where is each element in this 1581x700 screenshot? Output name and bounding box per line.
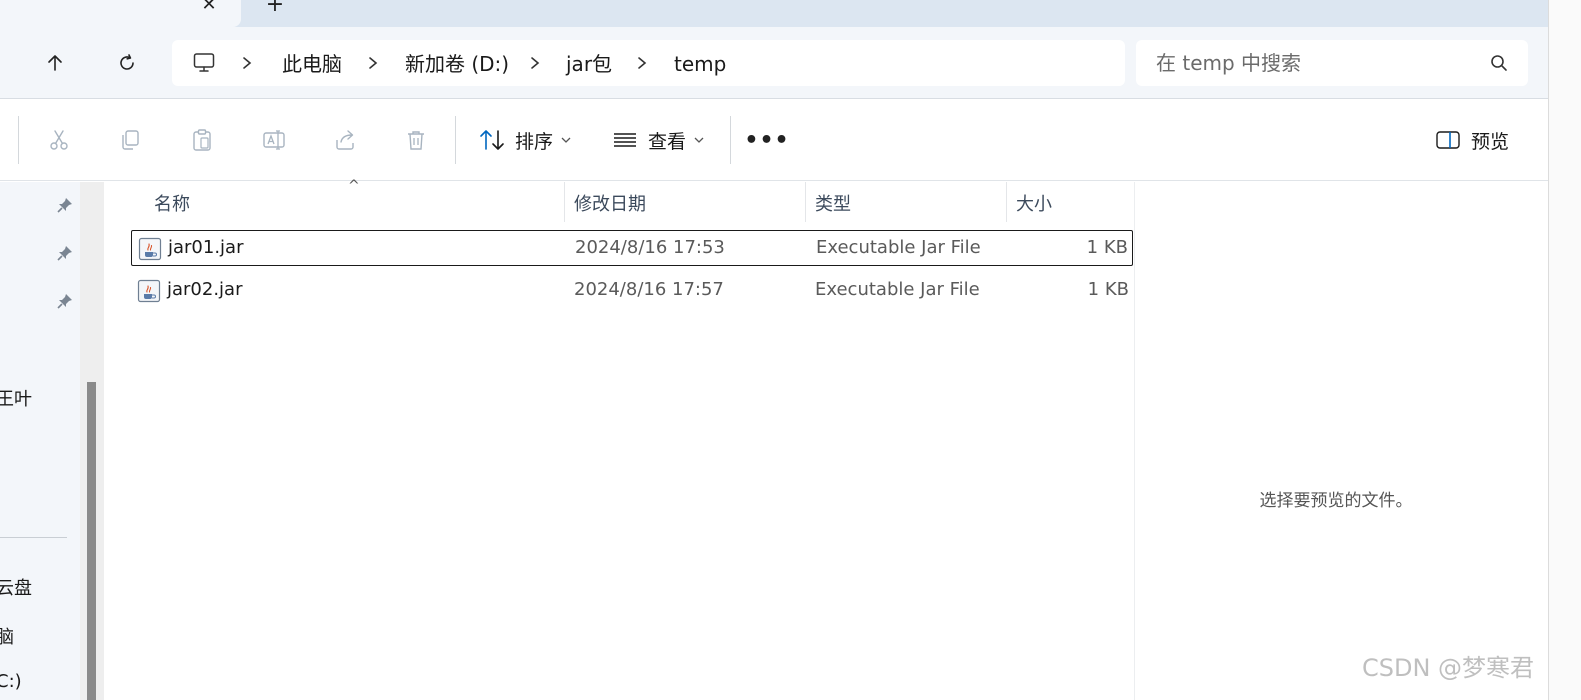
address-bar[interactable]: 此电脑 新加卷 (D:) jar包 temp xyxy=(172,40,1125,86)
rename-button[interactable] xyxy=(258,124,290,156)
column-header-name[interactable]: 名称 xyxy=(154,190,190,216)
refresh-button[interactable] xyxy=(109,47,145,79)
tab-strip: ✕ + xyxy=(0,0,1581,27)
view-button[interactable]: 查看 xyxy=(612,123,704,157)
column-divider[interactable] xyxy=(805,182,806,222)
sort-button[interactable]: 排序 xyxy=(479,123,571,157)
search-input[interactable] xyxy=(1156,51,1476,75)
breadcrumb-jar-folder[interactable]: jar包 xyxy=(566,52,612,76)
column-header-date[interactable]: 修改日期 xyxy=(574,190,646,216)
file-type: Executable Jar File xyxy=(815,279,980,300)
this-pc-icon[interactable] xyxy=(192,51,216,79)
delete-button[interactable] xyxy=(400,124,432,156)
list-view-icon xyxy=(614,133,636,147)
more-options-button[interactable]: ••• xyxy=(744,124,788,156)
nav-item-label[interactable]: 王叶 xyxy=(0,385,32,411)
file-date: 2024/8/16 17:57 xyxy=(574,279,724,300)
toolbar-divider xyxy=(455,116,456,164)
file-name: jar02.jar xyxy=(167,279,243,300)
clipboard-icon xyxy=(193,129,211,151)
view-label: 查看 xyxy=(648,130,687,153)
preview-pane: 选择要预览的文件。 xyxy=(1134,182,1548,700)
column-header-type[interactable]: 类型 xyxy=(815,190,851,216)
breadcrumb-this-pc[interactable]: 此电脑 xyxy=(282,52,342,76)
column-divider[interactable] xyxy=(1006,182,1007,222)
search-box[interactable] xyxy=(1136,40,1528,86)
window-edge xyxy=(1548,0,1581,700)
toolbar-divider xyxy=(18,116,19,164)
scissors-icon xyxy=(50,130,68,150)
chevron-right-icon[interactable] xyxy=(635,53,649,73)
pin-icon[interactable] xyxy=(56,292,74,310)
pin-icon[interactable] xyxy=(56,196,74,214)
tab-temp[interactable]: ✕ xyxy=(0,0,241,27)
share-icon xyxy=(336,130,354,150)
nav-item-label[interactable]: C:) xyxy=(0,671,22,692)
breadcrumb-temp[interactable]: temp xyxy=(674,52,726,76)
navigation-pane: 王叶 云盘 脑 C:) xyxy=(0,182,80,700)
trash-icon xyxy=(408,131,424,150)
navigation-bar: 此电脑 新加卷 (D:) jar包 temp xyxy=(0,27,1548,99)
search-icon[interactable] xyxy=(1490,54,1508,76)
file-row[interactable]: jar01.jar 2024/8/16 17:53 Executable Jar… xyxy=(131,230,1133,266)
file-list: ^ 名称 修改日期 类型 大小 jar01.jar 2024/8/16 17:5… xyxy=(105,178,1133,700)
nav-separator xyxy=(0,537,67,538)
nav-item-label[interactable]: 脑 xyxy=(0,623,14,649)
preview-label: 预览 xyxy=(1471,130,1510,153)
watermark: CSDN @梦寒君 xyxy=(1362,654,1535,682)
refresh-icon xyxy=(120,54,134,70)
preview-pane-button[interactable]: 预览 xyxy=(1435,123,1509,157)
file-name: jar01.jar xyxy=(168,237,244,258)
chevron-down-icon xyxy=(694,136,704,144)
sort-ascending-icon: ^ xyxy=(348,178,360,194)
jar-file-icon xyxy=(137,279,161,303)
file-date: 2024/8/16 17:53 xyxy=(575,237,725,258)
jar-file-icon xyxy=(138,237,162,261)
copy-icon xyxy=(122,130,139,150)
chevron-right-icon[interactable] xyxy=(240,53,254,73)
new-tab-button[interactable]: + xyxy=(264,0,286,16)
preview-pane-icon xyxy=(1436,131,1460,149)
chevron-down-icon xyxy=(561,136,571,144)
share-button[interactable] xyxy=(329,124,361,156)
preview-message: 选择要预览的文件。 xyxy=(1259,491,1413,511)
file-size: 1 KB xyxy=(1087,279,1129,300)
pin-icon[interactable] xyxy=(56,244,74,262)
column-divider[interactable] xyxy=(564,182,565,222)
file-type: Executable Jar File xyxy=(816,237,981,258)
arrow-up-icon xyxy=(48,55,62,71)
rename-icon xyxy=(263,130,285,150)
chevron-right-icon[interactable] xyxy=(366,53,380,73)
nav-item-label[interactable]: 云盘 xyxy=(0,574,32,600)
tab-close-icon[interactable]: ✕ xyxy=(199,0,219,15)
sort-icon xyxy=(480,130,504,150)
breadcrumb-drive-d[interactable]: 新加卷 (D:) xyxy=(405,52,509,76)
file-size: 1 KB xyxy=(1086,237,1128,258)
toolbar-divider xyxy=(730,116,731,164)
up-button[interactable] xyxy=(37,47,73,79)
column-header-size[interactable]: 大小 xyxy=(1016,190,1052,216)
command-bar: 排序 查看 ••• 预览 xyxy=(0,99,1548,181)
sort-label: 排序 xyxy=(515,130,554,153)
cut-button[interactable] xyxy=(43,124,75,156)
nav-scrollbar-thumb[interactable] xyxy=(87,382,96,700)
copy-button[interactable] xyxy=(114,124,146,156)
chevron-right-icon[interactable] xyxy=(528,53,542,73)
file-row[interactable]: jar02.jar 2024/8/16 17:57 Executable Jar… xyxy=(131,273,1133,309)
paste-button[interactable] xyxy=(186,124,218,156)
